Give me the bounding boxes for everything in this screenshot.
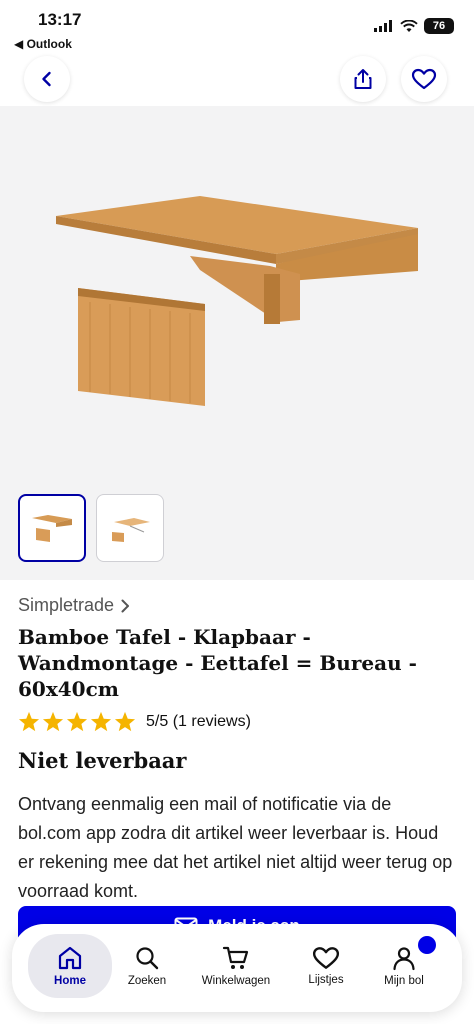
tab-cart[interactable]: Winkelwagen	[194, 934, 278, 998]
thumbnail-1[interactable]	[18, 494, 86, 562]
star-icon	[18, 711, 40, 732]
wifi-icon	[400, 19, 418, 32]
tab-home[interactable]: Home	[28, 934, 112, 998]
product-title: Bamboe Tafel - Klapbaar - Wandmontage - …	[18, 625, 417, 701]
notify-description: Ontvang eenmalig een mail of notificatie…	[18, 794, 453, 901]
product-image	[56, 196, 418, 406]
heart-icon	[312, 947, 340, 969]
thumbnail-image	[112, 518, 150, 542]
share-icon	[354, 69, 372, 89]
thumbnail-2[interactable]	[96, 494, 164, 562]
tab-account-label: Mijn bol	[384, 975, 424, 987]
user-icon	[393, 947, 415, 971]
search-icon	[136, 947, 159, 970]
favorite-button[interactable]	[401, 56, 447, 102]
status-icons: 76	[374, 18, 454, 34]
tab-cart-label: Winkelwagen	[201, 975, 271, 987]
signal-icon	[374, 20, 392, 32]
thumbnail-image	[32, 515, 72, 542]
product-rating[interactable]: 5/5 (1 reviews)	[18, 711, 251, 732]
brand-link[interactable]: Simpletrade	[18, 595, 130, 616]
star-icon	[66, 711, 88, 732]
home-icon	[58, 946, 82, 970]
star-icon	[42, 711, 64, 732]
back-button[interactable]	[24, 56, 70, 102]
chevron-left-icon	[42, 71, 51, 87]
cart-icon	[222, 946, 249, 969]
battery-indicator: 76	[424, 18, 454, 34]
heart-icon	[411, 68, 437, 90]
tab-account[interactable]: Mijn bol	[362, 934, 446, 998]
thumbnail-strip	[18, 494, 164, 562]
chevron-right-icon	[121, 599, 130, 612]
tab-lists[interactable]: Lijstjes	[284, 934, 368, 998]
top-navigation	[0, 56, 474, 106]
status-time: 13:17	[38, 10, 82, 29]
tab-home-label: Home	[54, 975, 86, 987]
rating-text: 5/5 (1 reviews)	[146, 712, 251, 730]
status-bar: 13:17 ◀ Outlook 76	[0, 0, 474, 56]
availability-status: Niet leverbaar	[18, 748, 187, 773]
star-icon	[90, 711, 112, 732]
back-to-app-link[interactable]: ◀ Outlook	[14, 37, 72, 51]
tab-lists-label: Lijstjes	[308, 974, 344, 986]
tab-search[interactable]: Zoeken	[105, 934, 189, 998]
star-icon	[114, 711, 136, 732]
brand-name: Simpletrade	[18, 595, 115, 615]
tab-search-label: Zoeken	[127, 975, 167, 987]
notification-dot	[418, 936, 436, 954]
product-image-gallery[interactable]	[0, 106, 474, 580]
bottom-tab-bar: Home Zoeken Winkelwagen Lijstjes Mijn bo…	[12, 924, 462, 1012]
share-button[interactable]	[340, 56, 386, 102]
